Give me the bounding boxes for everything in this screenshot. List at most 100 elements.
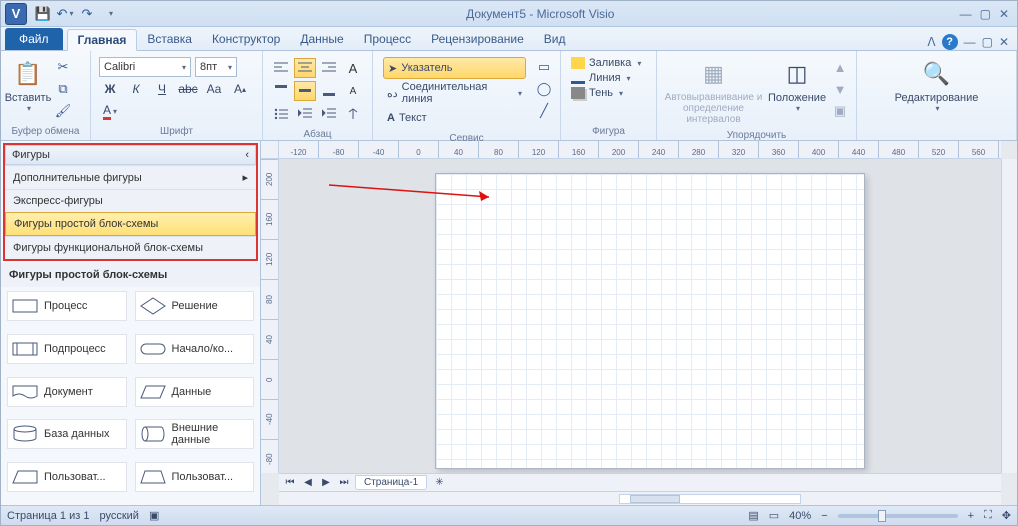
view-normal-icon[interactable]: ▤ xyxy=(748,509,758,522)
grow-font-icon[interactable]: A xyxy=(342,58,364,78)
stencil-shape[interactable]: Решение xyxy=(135,291,255,321)
next-page-nav[interactable]: ▶ xyxy=(319,477,333,488)
shapes-item-functional-flowchart[interactable]: Фигуры функциональной блок-схемы xyxy=(5,236,256,259)
stencil-shape[interactable]: Подпроцесс xyxy=(7,334,127,364)
font-color-button[interactable]: A▾ xyxy=(99,101,121,121)
fill-button[interactable]: Заливка▾ xyxy=(571,57,641,69)
zoom-in-button[interactable]: + xyxy=(968,510,974,522)
zoom-level[interactable]: 40% xyxy=(789,510,811,522)
status-bar: Страница 1 из 1 русский ▣ ▤ ▭ 40% − + ⛶ … xyxy=(1,505,1017,525)
status-language[interactable]: русский xyxy=(99,510,138,522)
tab-insert[interactable]: Вставка xyxy=(137,28,202,50)
shadow-button[interactable]: Тень▾ xyxy=(571,87,641,99)
rectangle-tool-icon[interactable]: ▭ xyxy=(534,57,554,77)
stencil-shape[interactable]: Внешние данные xyxy=(135,419,255,449)
decrease-indent-button[interactable] xyxy=(294,104,316,124)
font-name-combo[interactable]: Calibri▾ xyxy=(99,57,191,77)
pan-icon[interactable]: ✥ xyxy=(1002,509,1011,522)
find-icon: 🔍 xyxy=(921,58,953,90)
shapes-item-express[interactable]: Экспресс-фигуры xyxy=(5,189,256,212)
prev-page-nav[interactable]: ◀ xyxy=(301,477,315,488)
autoalign-button[interactable]: ▦ Автовыравнивание и определение интерва… xyxy=(661,55,766,128)
macro-record-icon[interactable]: ▣ xyxy=(149,509,159,522)
pointer-tool-button[interactable]: ➤ Указатель xyxy=(383,57,526,79)
rotate-text-button[interactable] xyxy=(342,104,364,124)
tab-process[interactable]: Процесс xyxy=(354,28,421,50)
horizontal-scrollbar[interactable] xyxy=(279,491,1001,505)
file-tab[interactable]: Файл xyxy=(5,28,63,50)
shrink-font-icon[interactable]: A xyxy=(342,81,364,101)
align-bottom-button[interactable] xyxy=(318,81,340,101)
stencil-shape[interactable]: Пользоват... xyxy=(135,462,255,492)
ribbon-minimize-icon[interactable]: ᐱ xyxy=(927,35,935,49)
maximize-button[interactable]: ▢ xyxy=(980,7,991,21)
italic-button[interactable]: К xyxy=(125,79,147,99)
tab-design[interactable]: Конструктор xyxy=(202,28,290,50)
bring-front-icon[interactable]: ▲ xyxy=(830,57,850,77)
ellipse-tool-icon[interactable]: ◯ xyxy=(534,79,554,99)
stencil-shape[interactable]: Документ xyxy=(7,377,127,407)
first-page-nav[interactable]: ⏮ xyxy=(283,477,297,488)
last-page-nav[interactable]: ⏭ xyxy=(337,477,351,488)
drawing-page[interactable] xyxy=(435,173,865,469)
copy-icon[interactable]: ⧉ xyxy=(53,79,73,99)
shapes-item-more[interactable]: Дополнительные фигуры▸ xyxy=(5,165,256,189)
hscroll-thumb[interactable] xyxy=(630,495,680,503)
align-middle-button[interactable] xyxy=(294,81,316,101)
help-icon[interactable]: ? xyxy=(942,34,958,50)
tab-home[interactable]: Главная xyxy=(67,29,138,51)
stencil-shape[interactable]: Данные xyxy=(135,377,255,407)
save-icon[interactable]: 💾 xyxy=(33,4,53,24)
insert-page-tab[interactable]: ✳ xyxy=(431,477,447,488)
bullets-button[interactable] xyxy=(270,104,292,124)
position-button[interactable]: ◫ Положение ▾ xyxy=(766,55,828,116)
tab-review[interactable]: Рецензирование xyxy=(421,28,534,50)
group-icon[interactable]: ▣ xyxy=(830,101,850,121)
view-fullscreen-icon[interactable]: ▭ xyxy=(769,509,779,522)
inner-restore-button[interactable]: ▢ xyxy=(982,35,993,49)
text-tool-button[interactable]: A Текст xyxy=(383,107,526,129)
send-back-icon[interactable]: ▼ xyxy=(830,79,850,99)
inner-close-button[interactable]: ✕ xyxy=(999,35,1009,49)
close-button[interactable]: ✕ xyxy=(999,7,1009,21)
increase-indent-button[interactable] xyxy=(318,104,340,124)
zoom-out-button[interactable]: − xyxy=(821,510,827,522)
align-left-button[interactable] xyxy=(270,58,292,78)
page-tab-1[interactable]: Страница-1 xyxy=(355,475,427,490)
tab-view[interactable]: Вид xyxy=(534,28,576,50)
app-logo[interactable]: V xyxy=(5,3,27,25)
align-right-button[interactable] xyxy=(318,58,340,78)
collapse-icon[interactable]: ‹ xyxy=(245,149,249,161)
shapes-item-basic-flowchart[interactable]: Фигуры простой блок-схемы xyxy=(5,212,256,236)
align-center-button[interactable] xyxy=(294,58,316,78)
qat-customize-icon[interactable]: ▾ xyxy=(101,4,121,24)
vertical-scrollbar[interactable] xyxy=(1001,159,1017,473)
font-size-combo[interactable]: 8пт▾ xyxy=(195,57,237,77)
inner-minimize-button[interactable]: — xyxy=(964,35,976,49)
bold-button[interactable]: Ж xyxy=(99,79,121,99)
line-button[interactable]: Линия▾ xyxy=(571,72,641,84)
zoom-slider[interactable] xyxy=(838,514,958,518)
shapes-pane-header[interactable]: Фигуры ‹ xyxy=(5,145,256,165)
format-painter-icon[interactable]: 🖌 xyxy=(53,101,73,121)
paste-button[interactable]: 📋 Вставить ▾ xyxy=(5,55,51,116)
strike-button[interactable]: abc xyxy=(177,79,199,99)
drawing-canvas[interactable] xyxy=(279,159,1001,473)
editing-button[interactable]: 🔍 Редактирование ▾ xyxy=(887,55,987,116)
stencil-shape[interactable]: Процесс xyxy=(7,291,127,321)
stencil-shape[interactable]: Пользоват... xyxy=(7,462,127,492)
change-case-button[interactable]: Aa xyxy=(203,79,225,99)
grow-font-button[interactable]: A▴ xyxy=(229,79,251,99)
tab-data[interactable]: Данные xyxy=(290,28,353,50)
align-top-button[interactable] xyxy=(270,81,292,101)
minimize-button[interactable]: — xyxy=(960,7,972,21)
fit-page-icon[interactable]: ⛶ xyxy=(984,509,992,522)
redo-icon[interactable]: ↷ xyxy=(77,4,97,24)
connector-tool-button[interactable]: دە Соединительная линия▾ xyxy=(383,82,526,104)
stencil-shape[interactable]: База данных xyxy=(7,419,127,449)
undo-icon[interactable]: ↶▾ xyxy=(55,4,75,24)
underline-button[interactable]: Ч xyxy=(151,79,173,99)
cut-icon[interactable]: ✂ xyxy=(53,57,73,77)
line-tool-icon[interactable]: ╱ xyxy=(534,101,554,121)
stencil-shape[interactable]: Начало/ко... xyxy=(135,334,255,364)
